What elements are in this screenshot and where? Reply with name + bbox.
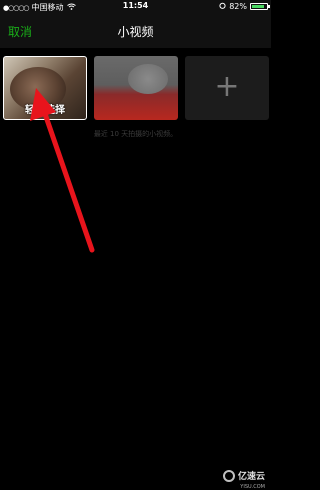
red-arrow-annotation [30,88,95,253]
watermark-text: 亿速云 [237,472,265,482]
watermark-subtext: YISU.COM [240,484,265,490]
watermark-logo-icon [222,469,235,482]
watermark: 亿速云 YISU.COM [222,469,265,490]
